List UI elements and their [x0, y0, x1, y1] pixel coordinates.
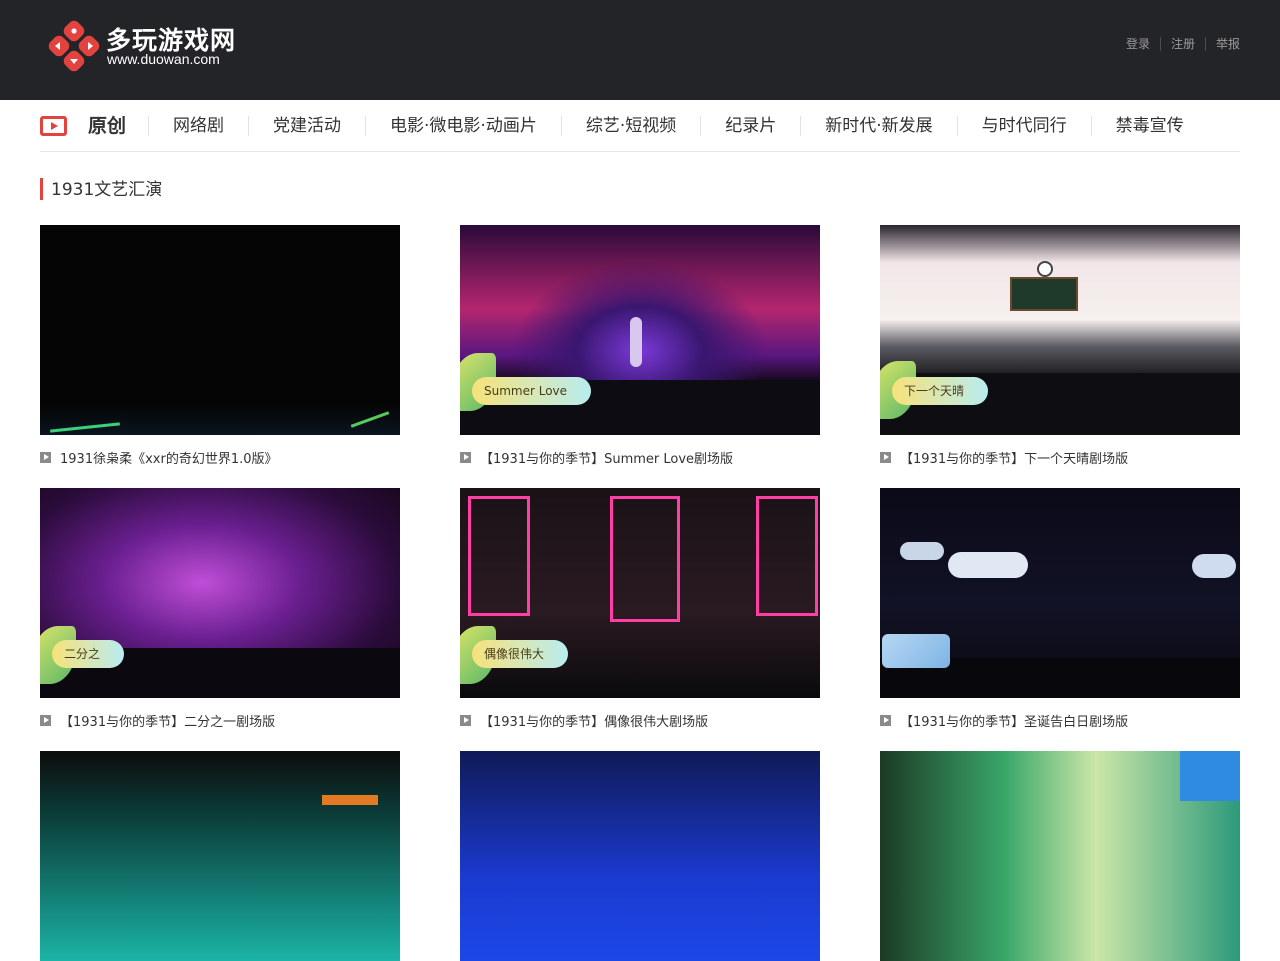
video-thumbnail[interactable] [460, 751, 820, 961]
video-badge: 下一个天晴 [892, 377, 989, 405]
video-title[interactable]: 【1931与你的季节】圣诞告白日剧场版 [900, 711, 1128, 730]
video-play-icon [40, 115, 67, 136]
account-links: 登录 注册 举报 [1116, 37, 1250, 51]
video-card[interactable]: 偶像很伟大 【1931与你的季节】偶像很伟大剧场版 [460, 488, 820, 730]
nav-item-original[interactable]: 原创 [88, 116, 148, 136]
play-icon [460, 452, 471, 463]
video-title[interactable]: 1931徐枭柔《xxr的奇幻世界1.0版》 [60, 448, 278, 467]
video-title[interactable]: 【1931与你的季节】偶像很伟大剧场版 [480, 711, 708, 730]
video-thumbnail[interactable] [880, 751, 1240, 961]
nav-item-with-the-times[interactable]: 与时代同行 [956, 115, 1091, 136]
login-link[interactable]: 登录 [1116, 37, 1160, 51]
nav-item-variety[interactable]: 综艺·短视频 [560, 115, 700, 136]
video-title[interactable]: 【1931与你的季节】Summer Love剧场版 [480, 448, 733, 467]
nav-item-documentary[interactable]: 纪录片 [700, 115, 800, 136]
video-thumbnail[interactable]: 偶像很伟大 [460, 488, 820, 698]
site-url: www.duowan.com [107, 51, 220, 67]
video-card[interactable]: Summer Love 【1931与你的季节】Summer Love剧场版 [460, 225, 820, 467]
play-icon [880, 715, 891, 726]
site-logo[interactable]: 多玩游戏网 www.duowan.com [48, 20, 248, 72]
report-link[interactable]: 举报 [1204, 37, 1250, 51]
video-badge: 二分之 [52, 640, 125, 668]
play-icon [40, 452, 51, 463]
video-card[interactable] [460, 751, 820, 961]
video-card[interactable]: 【1931与你的季节】圣诞告白日剧场版 [880, 488, 1240, 730]
video-badge: Summer Love [472, 377, 592, 405]
video-card[interactable]: 二分之 【1931与你的季节】二分之一剧场版 [40, 488, 400, 730]
play-icon [460, 715, 471, 726]
gamepad-logo-icon [48, 20, 100, 72]
video-title[interactable]: 【1931与你的季节】下一个天晴剧场版 [900, 448, 1128, 467]
video-thumbnail[interactable]: Summer Love [460, 225, 820, 435]
nav-item-party-activities[interactable]: 党建活动 [248, 115, 365, 136]
nav-item-anti-drug[interactable]: 禁毒宣传 [1090, 115, 1208, 136]
nav-item-films[interactable]: 电影·微电影·动画片 [365, 115, 561, 136]
nav-item-new-era[interactable]: 新时代·新发展 [800, 115, 956, 136]
video-card[interactable]: 下一个天晴 【1931与你的季节】下一个天晴剧场版 [880, 225, 1240, 467]
category-nav: 原创 网络剧 党建活动 电影·微电影·动画片 综艺·短视频 纪录片 新时代·新发… [40, 100, 1240, 152]
section-title: 1931文艺汇演 [40, 178, 162, 200]
video-title[interactable]: 【1931与你的季节】二分之一剧场版 [60, 711, 275, 730]
video-card[interactable] [40, 751, 400, 961]
video-thumbnail[interactable]: 二分之 [40, 488, 400, 698]
video-badge: 偶像很伟大 [472, 640, 569, 668]
video-thumbnail[interactable] [880, 488, 1240, 698]
site-header: 多玩游戏网 www.duowan.com 登录 注册 举报 [0, 0, 1280, 100]
play-icon [40, 715, 51, 726]
video-thumbnail[interactable]: 下一个天晴 [880, 225, 1240, 435]
video-card[interactable]: 1931徐枭柔《xxr的奇幻世界1.0版》 [40, 225, 400, 467]
nav-item-web-drama[interactable]: 网络剧 [148, 115, 248, 136]
register-link[interactable]: 注册 [1159, 37, 1205, 51]
video-thumbnail[interactable] [40, 751, 400, 961]
video-thumbnail[interactable] [40, 225, 400, 435]
play-icon [880, 452, 891, 463]
video-card[interactable] [880, 751, 1240, 961]
